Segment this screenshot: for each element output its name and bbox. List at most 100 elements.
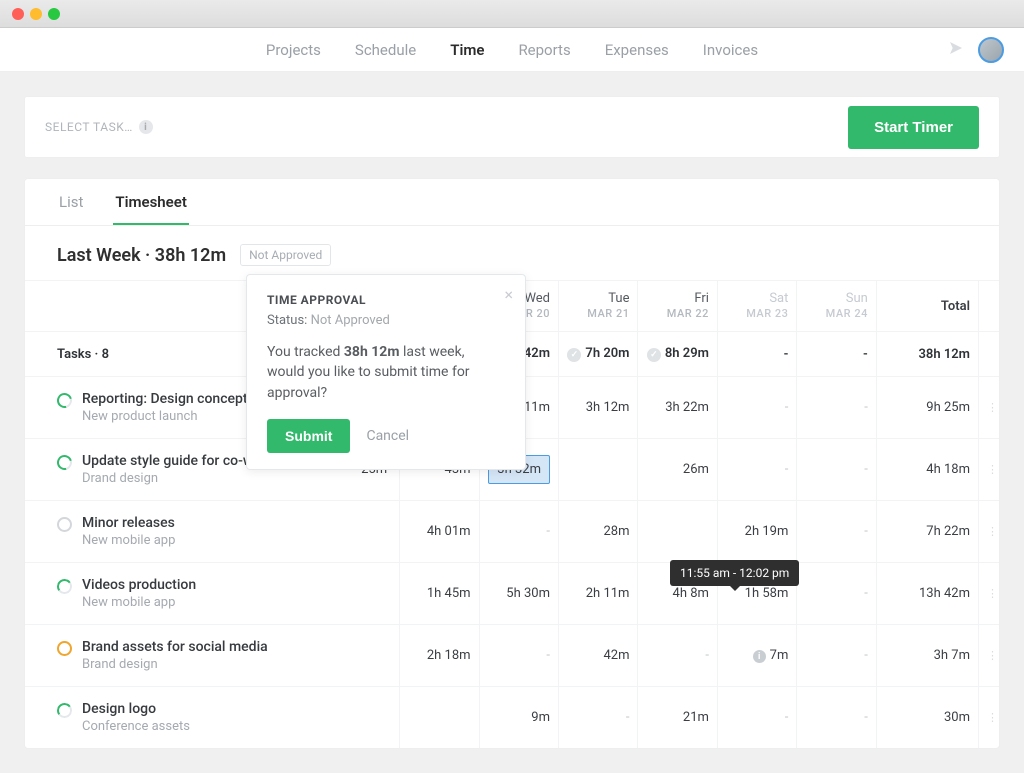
time-approval-popover: × TIME APPROVAL Status: Not Approved You…: [246, 274, 526, 470]
popover-body: You tracked 38h 12m last week, would you…: [267, 342, 505, 403]
task-title[interactable]: Update style guide for co-w: [82, 453, 253, 469]
nav-expenses[interactable]: Expenses: [605, 41, 669, 59]
time-cell[interactable]: -: [797, 625, 876, 687]
time-cell[interactable]: 2h 18m: [400, 625, 479, 687]
task-title[interactable]: Minor releases: [82, 515, 175, 531]
delete-row-icon[interactable]: ⋮: [987, 711, 998, 724]
time-cell[interactable]: -: [797, 563, 876, 625]
grand-total: 38h 12m: [876, 332, 978, 377]
time-cell[interactable]: 21m: [638, 687, 717, 749]
start-timer-button[interactable]: Start Timer: [848, 106, 979, 149]
task-status-icon: [54, 452, 74, 472]
time-cell[interactable]: -: [797, 439, 876, 501]
task-subtitle: Conference assets: [82, 719, 190, 734]
time-cell[interactable]: [400, 687, 479, 749]
close-icon[interactable]: ×: [504, 285, 513, 304]
task-status-icon: [57, 641, 72, 656]
delete-row-icon[interactable]: ⋮: [987, 649, 998, 662]
time-cell[interactable]: 9m: [479, 687, 558, 749]
col-header: SatMAR 23: [717, 281, 796, 332]
select-task-label: SELECT TASK…: [45, 120, 133, 134]
time-cell[interactable]: 28m: [559, 501, 638, 563]
day-total: -: [797, 332, 876, 377]
task-status-icon: [56, 702, 73, 719]
nav-schedule[interactable]: Schedule: [355, 41, 416, 59]
day-total: -: [717, 332, 796, 377]
nav-projects[interactable]: Projects: [266, 41, 321, 59]
time-cell[interactable]: -: [638, 625, 717, 687]
submit-button[interactable]: Submit: [267, 419, 350, 453]
nav-invoices[interactable]: Invoices: [703, 41, 758, 59]
info-icon: i: [753, 650, 766, 663]
delete-row-icon[interactable]: ⋮: [987, 401, 998, 414]
task-subtitle: New product launch: [82, 409, 259, 424]
traffic-light-zoom-icon[interactable]: [48, 8, 60, 20]
col-header: TueMAR 21: [559, 281, 638, 332]
avatar[interactable]: [978, 37, 1004, 63]
time-cell[interactable]: 4h 01m: [400, 501, 479, 563]
time-cell[interactable]: -: [479, 625, 558, 687]
view-tabs: List Timesheet: [25, 179, 999, 226]
time-cell[interactable]: 42m: [559, 625, 638, 687]
table-row: Minor releases New mobile app 4h 01m - 2…: [25, 501, 999, 563]
time-cell[interactable]: -: [717, 377, 796, 439]
task-title[interactable]: Videos production: [82, 577, 196, 593]
task-title[interactable]: Design logo: [82, 701, 190, 717]
summary-row: Last Week · 38h 12m Not Approved: [25, 226, 999, 280]
top-nav: Projects Schedule Time Reports Expenses …: [0, 28, 1024, 72]
approved-check-icon: ✓: [567, 348, 581, 362]
time-cell[interactable]: -: [797, 687, 876, 749]
time-cell[interactable]: -: [479, 501, 558, 563]
nav-time[interactable]: Time: [450, 41, 484, 59]
status-badge: Not Approved: [240, 244, 331, 266]
time-cell[interactable]: -: [559, 687, 638, 749]
delete-row-icon[interactable]: ⋮: [987, 587, 998, 600]
task-status-icon: [56, 578, 73, 595]
task-title[interactable]: Reporting: Design concept o: [82, 391, 259, 407]
time-cell[interactable]: -: [717, 439, 796, 501]
delete-row-icon[interactable]: ⋮: [987, 463, 998, 476]
time-cell[interactable]: -: [717, 687, 796, 749]
col-header: SunMAR 24: [797, 281, 876, 332]
time-cell[interactable]: 5h 30m: [479, 563, 558, 625]
time-cell[interactable]: -: [797, 501, 876, 563]
table-row: Brand assets for social media Brand desi…: [25, 625, 999, 687]
time-cell[interactable]: 3h 22m: [638, 377, 717, 439]
row-total: 13h 42m: [876, 563, 978, 625]
info-icon: i: [139, 120, 153, 134]
time-cell[interactable]: -: [797, 377, 876, 439]
task-subtitle: Drand design: [82, 471, 253, 486]
summary-title: Last Week · 38h 12m: [57, 245, 226, 266]
row-total: 7h 22m: [876, 501, 978, 563]
window-titlebar: [0, 0, 1024, 28]
table-row: Design logo Conference assets 9m - 21m -…: [25, 687, 999, 749]
task-status-icon: [54, 390, 74, 410]
tab-timesheet[interactable]: Timesheet: [113, 179, 188, 225]
time-cell[interactable]: 2h 11m: [559, 563, 638, 625]
col-total: Total: [876, 281, 978, 332]
row-total: 4h 18m: [876, 439, 978, 501]
notifications-icon[interactable]: [948, 40, 964, 60]
traffic-light-minimize-icon[interactable]: [30, 8, 42, 20]
task-title[interactable]: Brand assets for social media: [82, 639, 268, 655]
row-total: 30m: [876, 687, 978, 749]
time-cell[interactable]: [638, 501, 717, 563]
delete-row-icon[interactable]: ⋮: [987, 525, 998, 538]
row-total: 9h 25m: [876, 377, 978, 439]
time-cell[interactable]: 3h 12m: [559, 377, 638, 439]
traffic-light-close-icon[interactable]: [12, 8, 24, 20]
nav-reports[interactable]: Reports: [518, 41, 570, 59]
nav-links: Projects Schedule Time Reports Expenses …: [266, 41, 758, 59]
time-cell[interactable]: [559, 439, 638, 501]
time-cell[interactable]: 1h 45m: [400, 563, 479, 625]
time-cell[interactable]: i7m: [717, 625, 796, 687]
task-subtitle: New mobile app: [82, 595, 196, 610]
cancel-button[interactable]: Cancel: [366, 428, 409, 444]
day-total: ✓8h 29m: [638, 332, 717, 377]
time-cell[interactable]: 26m: [638, 439, 717, 501]
select-task[interactable]: SELECT TASK… i: [45, 120, 153, 134]
time-cell[interactable]: 2h 19m: [717, 501, 796, 563]
time-tooltip: 11:55 am - 12:02 pm: [670, 560, 799, 586]
tab-list[interactable]: List: [57, 179, 85, 225]
col-header: FriMAR 22: [638, 281, 717, 332]
